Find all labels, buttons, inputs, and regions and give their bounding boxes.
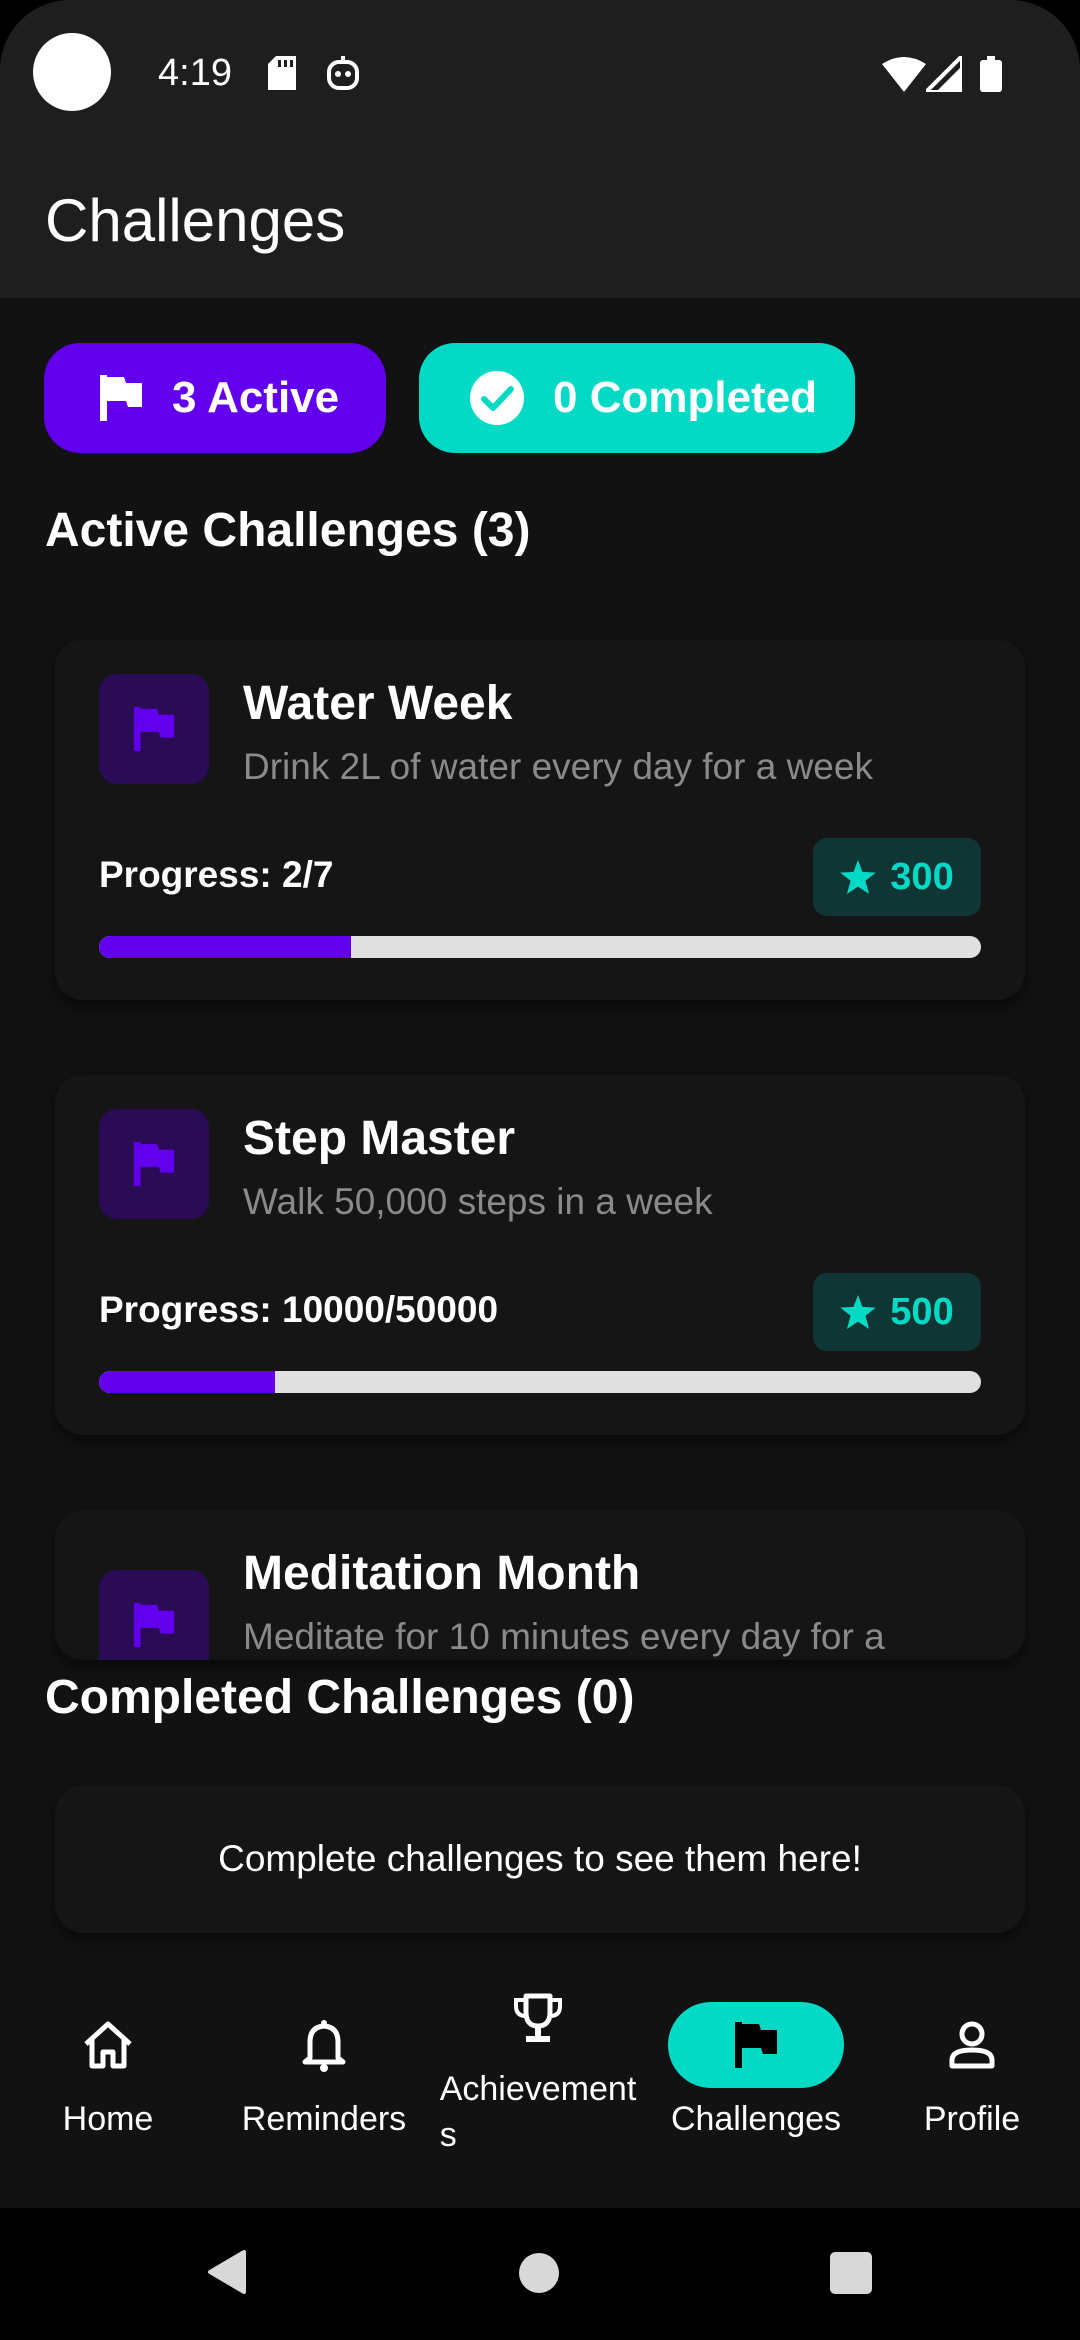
active-count-label: 3 Active [172,373,340,422]
challenge-flag-icon [99,1109,209,1219]
challenge-flag-icon [99,1570,209,1660]
active-challenges-heading: Active Challenges (3) [45,504,531,557]
nav-item-profile[interactable]: Profile [884,1972,1060,2208]
flag-icon [98,373,144,423]
nav-label-achievements: Achievement s [439,2070,637,2154]
points-badge: 500 [813,1273,981,1351]
page-title: Challenges [45,187,346,254]
progress-bar-fill [99,1371,276,1393]
phone-screen: 4:19 Challenges 3 Active 0 Completed Act… [0,0,1080,2340]
nav-item-home[interactable]: Home [20,1972,196,2208]
points-value: 500 [890,1290,954,1333]
check-circle-icon [469,370,525,426]
progress-label: Progress: 10000/50000 [99,1289,499,1330]
challenge-description: Walk 50,000 steps in a week [243,1181,713,1222]
bell-icon [236,2002,412,2088]
person-icon [884,2002,1060,2088]
wifi-icon [882,56,926,97]
completed-challenges-heading: Completed Challenges (0) [45,1671,635,1724]
camera-cutout [33,33,111,111]
progress-bar [99,936,981,958]
star-icon [840,1295,877,1329]
recents-icon[interactable] [830,2252,872,2299]
active-count-chip[interactable]: 3 Active [44,343,386,453]
status-time: 4:19 [158,52,232,94]
status-bar: 4:19 [0,0,1080,150]
sd-card-icon [268,56,296,95]
challenge-title: Water Week [243,677,513,730]
signal-icon [921,51,964,97]
home-icon [20,2002,196,2088]
back-icon[interactable] [206,2250,246,2299]
progress-label: Progress: 2/7 [99,854,334,895]
challenge-flag-icon [99,674,209,784]
progress-bar [99,1371,981,1393]
challenge-card[interactable]: Step Master Walk 50,000 steps in a week … [55,1075,1025,1435]
home-circle-icon[interactable] [518,2252,560,2299]
completed-count-chip[interactable]: 0 Completed [419,343,855,453]
progress-bar-fill [99,936,351,958]
nav-label-home: Home [62,2100,154,2138]
completed-count-label: 0 Completed [553,373,818,422]
challenge-card[interactable]: Water Week Drink 2L of water every day f… [55,640,1025,1000]
trophy-icon [450,1976,626,2062]
nav-label-reminders: Reminders [241,2100,407,2138]
star-icon [840,860,877,894]
nav-item-reminders[interactable]: Reminders [236,1972,412,2208]
app-bar: Challenges [0,150,1080,298]
nav-label-profile: Profile [923,2100,1021,2138]
challenge-title: Step Master [243,1112,516,1165]
challenge-description: Meditate for 10 minutes every day for a [243,1616,885,1657]
robot-icon [326,56,360,97]
bottom-navigation: Home Reminders Achievement s Challenges … [0,1972,1080,2208]
nav-label-challenges: Challenges [670,2100,842,2138]
empty-state-message: Complete challenges to see them here! [218,1838,862,1879]
battery-icon [980,56,1002,97]
nav-item-achievements[interactable]: Achievement s [428,1972,648,2208]
empty-state-card: Complete challenges to see them here! [55,1785,1025,1933]
system-navigation-bar [0,2208,1080,2340]
nav-item-challenges[interactable]: Challenges [668,1972,844,2208]
points-badge: 300 [813,838,981,916]
challenge-description: Drink 2L of water every day for a week [243,746,873,787]
points-value: 300 [890,855,954,898]
flag-icon [668,2002,844,2088]
challenge-card[interactable]: Meditation Month Meditate for 10 minutes… [55,1510,1025,1660]
challenge-title: Meditation Month [243,1547,641,1600]
